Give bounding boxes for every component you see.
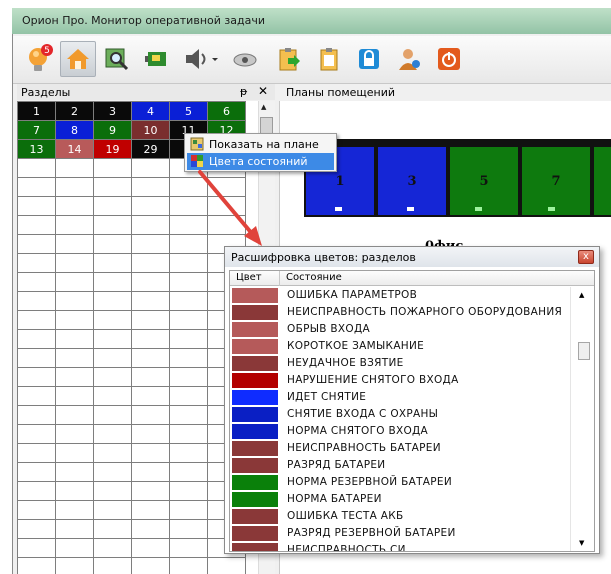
legend-row[interactable]: НОРМА СНЯТОГО ВХОДА [230, 423, 569, 440]
state-label: ОБРЫВ ВХОДА [287, 323, 370, 335]
scroll-down-icon[interactable]: ▼ [579, 539, 584, 547]
state-label: РАЗРЯД РЕЗЕРВНОЙ БАТАРЕИ [287, 527, 456, 539]
state-label: НАРУШЕНИЕ СНЯТОГО ВХОДА [287, 374, 459, 386]
legend-header [230, 271, 594, 286]
color-swatch [232, 322, 278, 337]
state-label: НОРМА БАТАРЕИ [287, 493, 382, 505]
color-swatch [232, 407, 278, 422]
state-label: НЕУДАЧНОЕ ВЗЯТИЕ [287, 357, 404, 369]
legend-row[interactable]: ОШИБКА ТЕСТА АКБ [230, 508, 569, 525]
column-header-color[interactable]: Цвет [236, 272, 262, 283]
legend-row[interactable]: ИДЕТ СНЯТИЕ [230, 389, 569, 406]
color-swatch [232, 458, 278, 473]
state-label: ОШИБКА ТЕСТА АКБ [287, 510, 404, 522]
legend-row[interactable]: РАЗРЯД РЕЗЕРВНОЙ БАТАРЕИ [230, 525, 569, 542]
color-swatch [232, 509, 278, 524]
state-label: НЕИСПРАВНОСТЬ ПОЖАРНОГО ОБОРУДОВАНИЯ [287, 306, 563, 318]
state-label: НЕИСПРАВНОСТЬ СИ [287, 544, 406, 551]
color-swatch [232, 390, 278, 405]
legend-row[interactable]: ОШИБКА ПАРАМЕТРОВ [230, 287, 569, 304]
legend-scrollbar[interactable] [570, 287, 594, 551]
scroll-up-icon[interactable]: ▲ [579, 291, 584, 299]
state-label: НОРМА СНЯТОГО ВХОДА [287, 425, 429, 437]
color-swatch [232, 526, 278, 541]
legend-row[interactable]: НЕИСПРАВНОСТЬ ПОЖАРНОГО ОБОРУДОВАНИЯ [230, 304, 569, 321]
color-swatch [232, 373, 278, 388]
state-label: НОРМА РЕЗЕРВНОЙ БАТАРЕИ [287, 476, 452, 488]
state-label: СНЯТИЕ ВХОДА С ОХРАНЫ [287, 408, 439, 420]
legend-row[interactable]: ОБРЫВ ВХОДА [230, 321, 569, 338]
scroll-thumb[interactable] [578, 342, 590, 360]
legend-row[interactable]: НЕИСПРАВНОСТЬ СИ [230, 542, 569, 551]
dialog-close-button[interactable]: x [578, 250, 594, 264]
color-swatch [232, 339, 278, 354]
color-swatch [232, 441, 278, 456]
legend-row[interactable]: НЕУДАЧНОЕ ВЗЯТИЕ [230, 355, 569, 372]
color-swatch [232, 492, 278, 507]
legend-row[interactable]: КОРОТКОЕ ЗАМЫКАНИЕ [230, 338, 569, 355]
legend-row[interactable]: НОРМА РЕЗЕРВНОЙ БАТАРЕИ [230, 474, 569, 491]
legend-row[interactable]: НАРУШЕНИЕ СНЯТОГО ВХОДА [230, 372, 569, 389]
legend-row[interactable]: СНЯТИЕ ВХОДА С ОХРАНЫ [230, 406, 569, 423]
state-label: ОШИБКА ПАРАМЕТРОВ [287, 289, 418, 301]
dialog-title: Расшифровка цветов: разделов [231, 251, 416, 264]
column-header-state[interactable]: Состояние [286, 272, 342, 283]
state-label: КОРОТКОЕ ЗАМЫКАНИЕ [287, 340, 425, 352]
legend-row[interactable]: НОРМА БАТАРЕИ [230, 491, 569, 508]
state-label: ИДЕТ СНЯТИЕ [287, 391, 367, 403]
color-swatch [232, 305, 278, 320]
state-label: НЕИСПРАВНОСТЬ БАТАРЕИ [287, 442, 441, 454]
column-separator[interactable] [279, 271, 280, 286]
color-swatch [232, 475, 278, 490]
color-swatch [232, 288, 278, 303]
legend-row[interactable]: РАЗРЯД БАТАРЕИ [230, 457, 569, 474]
legend-row[interactable]: НЕИСПРАВНОСТЬ БАТАРЕИ [230, 440, 569, 457]
color-swatch [232, 424, 278, 439]
state-label: РАЗРЯД БАТАРЕИ [287, 459, 386, 471]
color-swatch [232, 543, 278, 551]
color-swatch [232, 356, 278, 371]
legend-list: ОШИБКА ПАРАМЕТРОВ НЕИСПРАВНОСТЬ ПОЖАРНОГО… [230, 287, 569, 551]
